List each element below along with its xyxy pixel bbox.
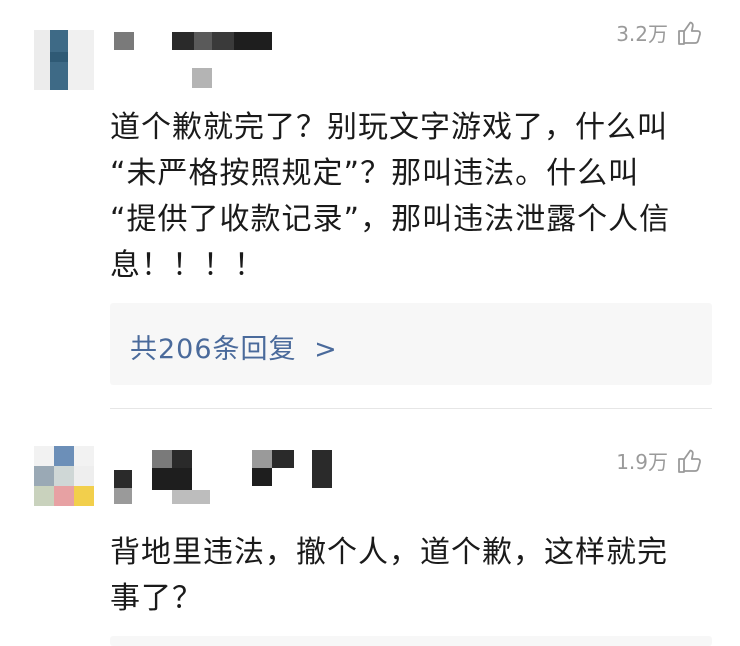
- chevron-right-icon: >: [314, 334, 338, 365]
- replies-expander[interactable]: [110, 636, 712, 646]
- avatar[interactable]: [34, 446, 94, 506]
- like-control[interactable]: 1.9万: [616, 446, 702, 475]
- like-control[interactable]: 3.2万: [616, 18, 702, 47]
- thumbs-up-icon[interactable]: [676, 20, 702, 46]
- comment-text: 道个歉就完了？别玩文字游戏了，什么叫 “未严格按照规定”？那叫违法。什么叫 “提…: [110, 110, 671, 283]
- like-count: 3.2万: [616, 22, 668, 46]
- replies-count-label: 共206条回复: [130, 334, 297, 365]
- replies-link[interactable]: 共206条回复 >: [130, 327, 338, 366]
- replies-expander[interactable]: 共206条回复 >: [110, 303, 712, 385]
- avatar[interactable]: [34, 30, 94, 90]
- comment-item: 3.2万 道个歉就完了？别玩文字游戏了，什么叫 “未严格按照规定”？那叫违法。什…: [0, 0, 740, 400]
- like-count: 1.9万: [616, 450, 668, 474]
- thumbs-up-icon[interactable]: [676, 448, 702, 474]
- comment-divider: [110, 408, 712, 409]
- comment-item: 1.9万 背地里违法，撤个人，道个歉，这样就完 事了？: [0, 420, 740, 646]
- comment-text: 背地里违法，撤个人，道个歉，这样就完 事了？: [110, 535, 668, 616]
